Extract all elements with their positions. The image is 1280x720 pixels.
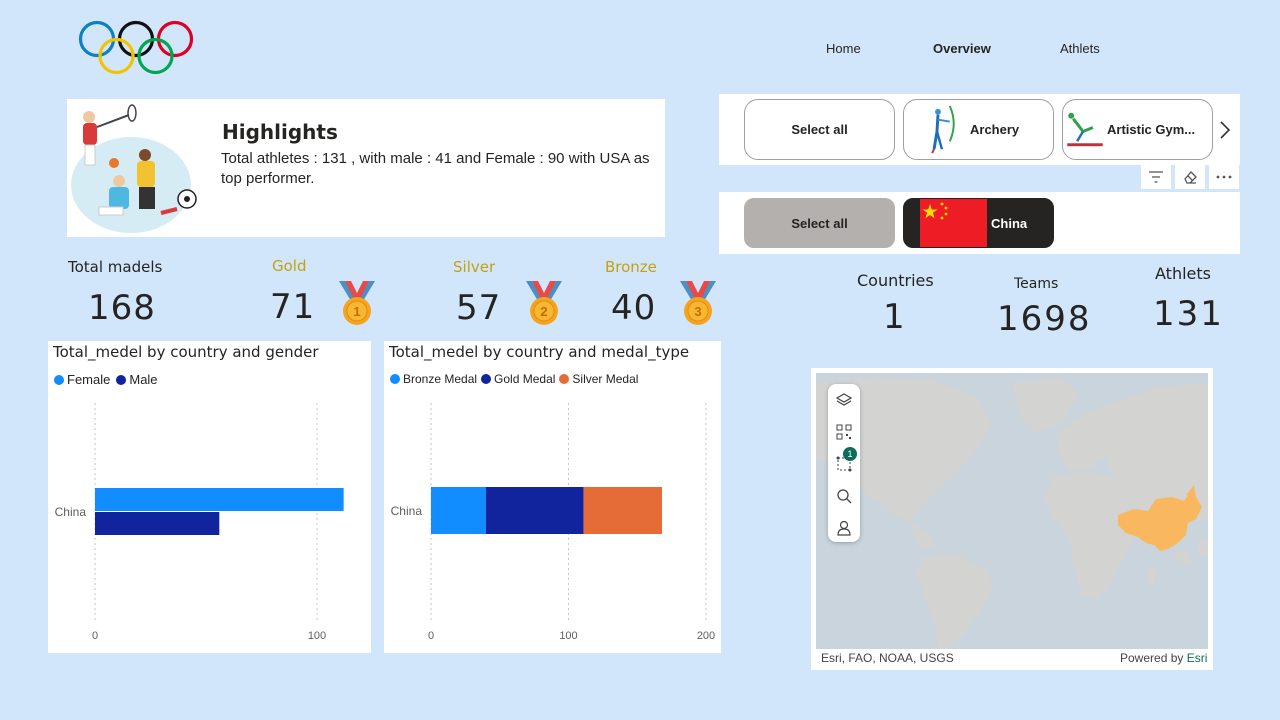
china-flag-icon xyxy=(920,199,987,247)
bronze-medal-icon: 3 xyxy=(680,281,716,325)
user-location-icon[interactable] xyxy=(828,512,860,544)
nav-overview[interactable]: Overview xyxy=(933,41,991,56)
country-china-button[interactable]: China xyxy=(903,198,1054,248)
search-icon[interactable] xyxy=(828,480,860,512)
esri-link[interactable]: Esri xyxy=(1187,651,1208,665)
qr-code-icon[interactable] xyxy=(828,416,860,448)
gold-value: 71 xyxy=(270,287,316,327)
country-slicer: Select all China xyxy=(719,192,1240,254)
teams-label: Teams xyxy=(1014,276,1059,292)
bar-female[interactable] xyxy=(95,488,344,511)
silver-medal-icon: 2 xyxy=(526,281,562,325)
bar-male[interactable] xyxy=(95,512,220,535)
gold-medal-icon: 1 xyxy=(339,281,375,325)
sport-select-all-button[interactable]: Select all xyxy=(744,99,895,160)
map-toolbar: 1 xyxy=(828,384,860,542)
total-medals-value: 168 xyxy=(88,288,156,328)
athletes-label: Athlets xyxy=(1155,264,1211,283)
medal-type-chart-plot: 0 100 200 China xyxy=(391,403,715,642)
y-tick-label: China xyxy=(55,505,87,519)
athletes-value: 131 xyxy=(1153,294,1224,334)
bar-gold-medal[interactable] xyxy=(486,487,584,534)
world-map[interactable] xyxy=(816,373,1208,649)
total-medals-label: Total madels xyxy=(68,258,163,276)
highlights-text: Total athletes : 131 , with male : 41 an… xyxy=(221,150,650,187)
selection-icon[interactable]: 1 xyxy=(828,447,860,480)
map-powered-by: Powered by Esri xyxy=(1120,651,1207,665)
archery-icon xyxy=(931,105,955,154)
chevron-right-icon[interactable] xyxy=(1216,116,1234,144)
eraser-icon[interactable] xyxy=(1175,165,1205,189)
layers-icon[interactable] xyxy=(828,384,860,416)
sport-select-all-label: Select all xyxy=(791,122,848,137)
bar-bronze-medal[interactable] xyxy=(431,487,486,534)
sport-archery-label: Archery xyxy=(970,122,1020,137)
country-china-label: China xyxy=(991,215,1028,231)
powered-by-text: Powered by xyxy=(1120,651,1184,665)
selection-count-badge: 1 xyxy=(843,447,857,461)
svg-text:1: 1 xyxy=(353,304,360,319)
nav-athlets[interactable]: Athlets xyxy=(1060,41,1100,56)
svg-text:3: 3 xyxy=(694,304,701,319)
x-tick-label: 100 xyxy=(559,630,577,642)
x-tick-label: 200 xyxy=(697,630,715,642)
gender-chart-plot: 0 100 China xyxy=(55,403,344,642)
medal-type-chart-card: Total_medel by country and medal_type Br… xyxy=(384,341,721,653)
nav-home[interactable]: Home xyxy=(826,41,861,56)
olympic-rings-logo xyxy=(78,20,194,75)
x-tick-label: 100 xyxy=(308,630,326,642)
sport-archery-button[interactable]: Archery xyxy=(903,99,1054,160)
teams-value: 1698 xyxy=(997,299,1092,339)
x-tick-label: 0 xyxy=(92,630,98,642)
more-options-icon[interactable] xyxy=(1209,165,1239,189)
athletes-illustration xyxy=(71,104,197,233)
bronze-value: 40 xyxy=(611,288,657,328)
gold-label: Gold xyxy=(272,257,307,275)
map-attribution: Esri, FAO, NOAA, USGS xyxy=(821,651,954,665)
bar-silver-medal[interactable] xyxy=(583,487,662,534)
country-select-all-button[interactable]: Select all xyxy=(744,198,895,248)
sport-artistic-gymnastics-label: Artistic Gym... xyxy=(1107,122,1196,137)
gymnastics-icon xyxy=(1067,112,1103,147)
silver-label: Silver xyxy=(453,258,496,276)
y-tick-label: China xyxy=(391,504,423,518)
bronze-label: Bronze xyxy=(605,258,657,276)
countries-value: 1 xyxy=(883,297,905,337)
sport-slicer: Select all Archery Artistic Gym... xyxy=(719,94,1240,165)
map-card: 1 Esri, FAO, NOAA, USGS Powered by Esri xyxy=(811,368,1213,670)
highlights-title: Highlights xyxy=(222,120,338,144)
highlights-card: Highlights Total athletes : 131 , with m… xyxy=(67,99,665,237)
x-tick-label: 0 xyxy=(428,630,434,642)
sport-artistic-gymnastics-button[interactable]: Artistic Gym... xyxy=(1062,99,1213,160)
countries-label: Countries xyxy=(857,271,934,290)
svg-text:2: 2 xyxy=(540,304,547,319)
filter-icon[interactable] xyxy=(1141,165,1171,189)
country-select-all-label: Select all xyxy=(791,215,848,231)
silver-value: 57 xyxy=(456,288,502,328)
gender-chart-card: Total_medel by country and gender Female… xyxy=(48,341,371,653)
